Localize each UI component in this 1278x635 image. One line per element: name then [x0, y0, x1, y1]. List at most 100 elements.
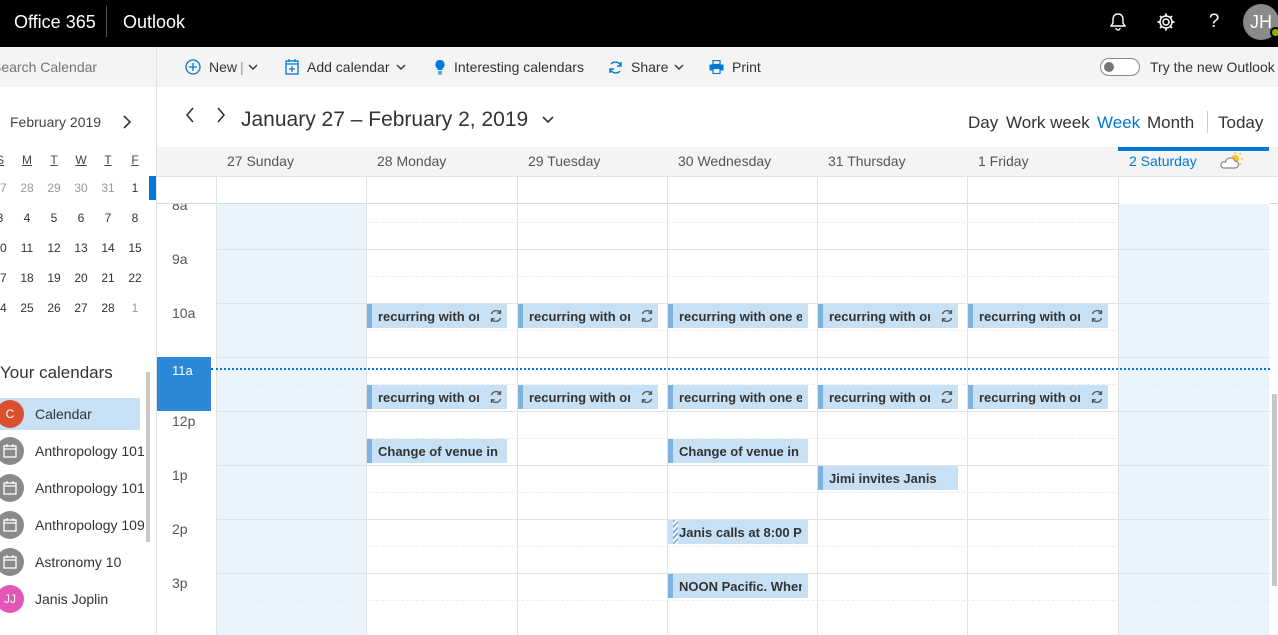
grid-scrollbar[interactable]	[1270, 204, 1278, 635]
day-header-7[interactable]: 2 Saturday	[1129, 153, 1197, 169]
calendar-event[interactable]: recurring with one exception	[818, 304, 958, 328]
mini-calendar-day[interactable]: 28	[95, 296, 121, 320]
mini-calendar-day[interactable]: 11	[14, 236, 40, 260]
share-button[interactable]: Share	[608, 57, 692, 77]
mini-calendar-day[interactable]: 10	[0, 236, 13, 260]
mini-calendar-day[interactable]: 23	[149, 266, 156, 290]
weekend-column[interactable]	[1118, 204, 1269, 635]
calendar-avatar: C	[0, 400, 24, 428]
mini-calendar-day[interactable]: 30	[68, 176, 94, 200]
calendar-event[interactable]: recurring with one exception	[668, 385, 808, 409]
print-button[interactable]: Print	[709, 57, 761, 77]
mini-calendar-day[interactable]: 17	[0, 266, 13, 290]
mini-calendar-day[interactable]: 1	[122, 296, 148, 320]
day-header-4[interactable]: 30 Wednesday	[678, 153, 771, 169]
day-header-6[interactable]: 1 Friday	[978, 153, 1029, 169]
mini-calendar-day[interactable]: 25	[14, 296, 40, 320]
mini-calendar-day[interactable]: 22	[122, 266, 148, 290]
mini-calendar-day[interactable]: 18	[14, 266, 40, 290]
mini-calendar-day[interactable]: 13	[68, 236, 94, 260]
app-title[interactable]: Outlook	[123, 12, 185, 33]
mini-calendar-day[interactable]: 16	[149, 236, 156, 260]
day-header-2[interactable]: 28 Monday	[377, 153, 446, 169]
try-new-outlook-toggle[interactable]	[1100, 58, 1140, 76]
hour-label: 9a	[172, 251, 188, 267]
gear-icon[interactable]	[1155, 11, 1177, 33]
new-button[interactable]: New |	[185, 57, 266, 77]
mini-calendar-day[interactable]: 28	[14, 176, 40, 200]
interesting-calendars-button[interactable]: Interesting calendars	[434, 57, 584, 77]
calendar-event[interactable]: recurring with one exception	[668, 304, 808, 328]
view-week[interactable]: Week	[1097, 113, 1140, 133]
calendar-event[interactable]: recurring with one exception	[518, 304, 658, 328]
mini-calendar-day[interactable]: 2	[149, 296, 156, 320]
view-work-week[interactable]: Work week	[1006, 113, 1090, 133]
all-day-column-line	[517, 177, 518, 204]
search-input[interactable]	[0, 55, 152, 79]
office-365-brand[interactable]: Office 365	[14, 12, 96, 33]
calendar-event[interactable]: Change of venue in class	[668, 439, 808, 463]
mini-calendar-day[interactable]: 5	[41, 206, 67, 230]
calendar-list-item[interactable]: JJ Janis Joplin	[0, 583, 140, 615]
mini-calendar-day[interactable]: 27	[0, 176, 13, 200]
all-day-today-cell[interactable]	[1119, 177, 1270, 204]
bell-icon[interactable]	[1107, 11, 1129, 33]
mini-calendar-day[interactable]: 7	[95, 206, 121, 230]
day-header-3[interactable]: 29 Tuesday	[528, 153, 600, 169]
try-new-outlook-label[interactable]: Try the new Outlook	[1150, 59, 1275, 75]
partly-cloudy-icon[interactable]	[1218, 152, 1244, 175]
calendar-avatar: JJ	[0, 585, 24, 613]
day-header-1[interactable]: 27 Sunday	[227, 153, 294, 169]
day-header-5[interactable]: 31 Thursday	[828, 153, 906, 169]
calendar-event[interactable]: Change of venue in class	[367, 439, 507, 463]
today-button[interactable]: Today	[1218, 113, 1263, 133]
date-range-selector[interactable]: January 27 – February 2, 2019	[241, 108, 554, 132]
calendar-list-item[interactable]: Anthropology 109	[0, 509, 145, 541]
view-day[interactable]: Day	[968, 113, 998, 133]
sidebar-scrollbar[interactable]	[144, 352, 152, 635]
mini-calendar-next-icon[interactable]	[122, 113, 132, 134]
mini-calendar-day[interactable]: 4	[14, 206, 40, 230]
add-calendar-button[interactable]: Add calendar	[285, 57, 414, 77]
calendar-event[interactable]: recurring with one exception	[968, 304, 1108, 328]
mini-calendar-day[interactable]: 9	[149, 206, 156, 230]
your-calendars-header[interactable]: Your calendars	[0, 363, 113, 383]
weekend-column[interactable]	[216, 204, 367, 635]
mini-calendar-day[interactable]: 20	[68, 266, 94, 290]
mini-calendar-day[interactable]: 24	[0, 296, 13, 320]
mini-calendar-title[interactable]: February 2019	[10, 114, 101, 130]
view-month[interactable]: Month	[1147, 113, 1194, 133]
calendar-event[interactable]: recurring with one exception	[367, 304, 507, 328]
calendar-event[interactable]: Janis calls at 8:00 PM	[668, 520, 808, 544]
calendar-event[interactable]: recurring with one exception	[518, 385, 658, 409]
calendar-list-item[interactable]: Anthropology 101	[0, 472, 145, 504]
next-week-icon[interactable]	[216, 107, 226, 128]
calendar-event[interactable]: recurring with one exception	[367, 385, 507, 409]
mini-calendar-day[interactable]: 14	[95, 236, 121, 260]
mini-calendar-day[interactable]: 8	[122, 206, 148, 230]
calendar-event[interactable]: recurring with one exception	[818, 385, 958, 409]
mini-calendar-day[interactable]: 27	[68, 296, 94, 320]
calendar-list-item[interactable]: Anthropology 101	[0, 435, 145, 467]
calendar-list-item[interactable]: C Calendar	[0, 398, 140, 430]
mini-calendar-day[interactable]: 21	[95, 266, 121, 290]
mini-calendar-day[interactable]: 26	[41, 296, 67, 320]
mini-calendar-day[interactable]: 15	[122, 236, 148, 260]
calendar-list-item[interactable]: Astronomy 10	[0, 546, 140, 578]
mini-calendar-day[interactable]: 31	[95, 176, 121, 200]
mini-calendar-day[interactable]: 29	[41, 176, 67, 200]
mini-calendar-day[interactable]: 2	[149, 176, 156, 200]
help-icon[interactable]: ?	[1203, 11, 1225, 33]
calendar-event[interactable]: NOON Pacific. When	[668, 574, 808, 598]
mini-calendar-day[interactable]: 19	[41, 266, 67, 290]
all-day-column-line	[216, 177, 217, 204]
calendar-event[interactable]: recurring with one exception	[968, 385, 1108, 409]
mini-calendar-day[interactable]: 12	[41, 236, 67, 260]
mini-calendar-day[interactable]: 3	[0, 206, 13, 230]
event-title: recurring with one exception	[829, 309, 930, 324]
mini-calendar-day[interactable]: 6	[68, 206, 94, 230]
avatar[interactable]: JH	[1243, 4, 1278, 40]
mini-calendar-day[interactable]: 1	[122, 176, 148, 200]
previous-week-icon[interactable]	[185, 107, 195, 128]
calendar-event[interactable]: Jimi invites Janis	[818, 466, 958, 490]
